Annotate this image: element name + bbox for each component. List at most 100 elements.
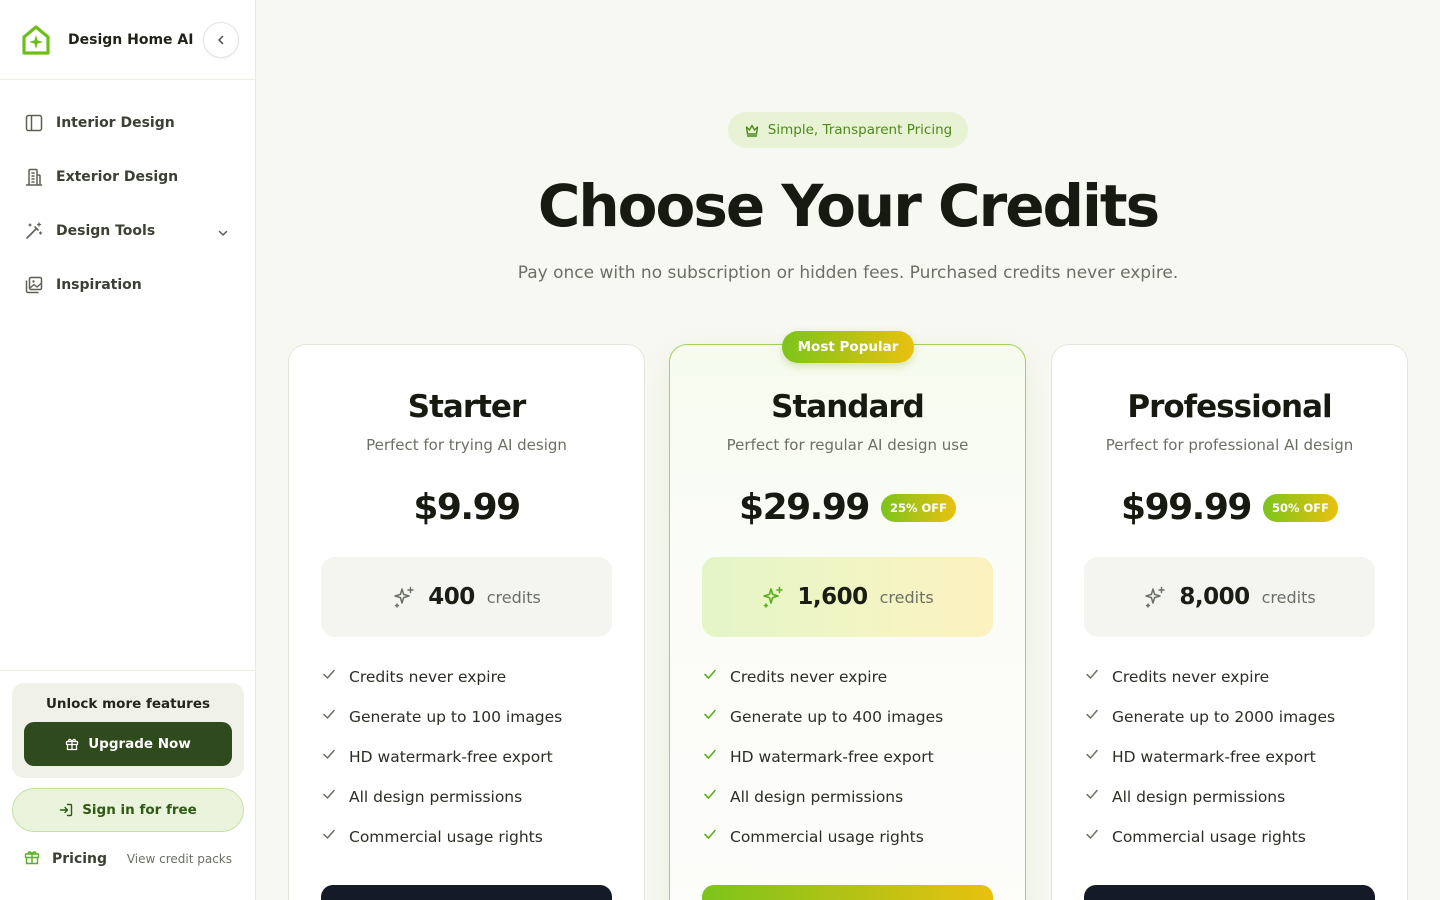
sidebar-nav: Interior Design Exterior Design Design T… bbox=[0, 80, 255, 312]
sidebar-item-design-tools[interactable]: Design Tools bbox=[0, 204, 255, 258]
feature-text: Generate up to 2000 images bbox=[1112, 708, 1336, 726]
price-row: $9.99 bbox=[289, 487, 644, 528]
sidebar-item-exterior-design[interactable]: Exterior Design bbox=[0, 150, 255, 204]
page-subtitle: Pay once with no subscription or hidden … bbox=[517, 263, 1179, 283]
credits-unit: credits bbox=[879, 587, 934, 607]
check-icon bbox=[1084, 666, 1100, 682]
sparkles-icon bbox=[763, 586, 784, 608]
feature-text: HD watermark-free export bbox=[1112, 748, 1316, 766]
check-icon bbox=[321, 746, 337, 762]
list-item: Generate up to 2000 images bbox=[1084, 697, 1335, 737]
pricing-main: Simple, Transparent Pricing Choose Your … bbox=[256, 0, 1440, 900]
feature-list: Credits never expire Generate up to 400 … bbox=[702, 657, 943, 857]
sparkles-icon bbox=[1145, 586, 1166, 608]
sidebar-item-inspiration[interactable]: Inspiration bbox=[0, 258, 255, 312]
feature-text: Commercial usage rights bbox=[1112, 828, 1306, 846]
plan-name: Starter bbox=[407, 389, 526, 425]
pricing-label: Pricing bbox=[52, 851, 108, 867]
plan-description: Perfect for trying AI design bbox=[366, 436, 567, 454]
house-logo-icon[interactable] bbox=[20, 24, 52, 56]
sidebar-item-label: Inspiration bbox=[56, 277, 142, 293]
check-icon bbox=[702, 666, 718, 682]
check-icon bbox=[702, 746, 718, 762]
sidebar-panel-icon bbox=[24, 113, 44, 133]
check-icon bbox=[702, 706, 718, 722]
plan-name: Standard bbox=[771, 389, 925, 425]
sidebar: Design Home AI Interior Design Exterior … bbox=[0, 0, 256, 900]
check-icon bbox=[1084, 746, 1100, 762]
list-item: Commercial usage rights bbox=[1084, 817, 1335, 857]
gift-icon bbox=[24, 849, 40, 869]
sign-in-icon bbox=[59, 803, 73, 817]
pricing-tagline: Simple, Transparent Pricing bbox=[767, 122, 953, 138]
magic-wand-icon bbox=[24, 221, 44, 241]
gift-icon bbox=[66, 738, 79, 751]
feature-list: Credits never expire Generate up to 2000… bbox=[1084, 657, 1335, 857]
building-icon bbox=[24, 167, 44, 187]
sign-in-button[interactable]: Sign in for free bbox=[12, 788, 244, 832]
list-item: Credits never expire bbox=[321, 657, 562, 697]
check-icon bbox=[321, 666, 337, 682]
plan-price: $29.99 bbox=[739, 487, 870, 528]
buy-standard-button[interactable] bbox=[702, 885, 993, 900]
plan-card-professional: Professional Perfect for professional AI… bbox=[1051, 344, 1408, 900]
crown-icon bbox=[745, 124, 758, 137]
list-item: All design permissions bbox=[321, 777, 562, 817]
feature-text: Credits never expire bbox=[730, 668, 888, 686]
check-icon bbox=[1084, 826, 1100, 842]
check-icon bbox=[321, 706, 337, 722]
feature-text: Credits never expire bbox=[349, 668, 507, 686]
discount-badge: 50% OFF bbox=[1262, 493, 1338, 522]
list-item: Credits never expire bbox=[702, 657, 943, 697]
plan-price: $9.99 bbox=[413, 487, 521, 528]
list-item: Generate up to 100 images bbox=[321, 697, 562, 737]
feature-text: HD watermark-free export bbox=[349, 748, 553, 766]
sidebar-item-pricing[interactable]: Pricing View credit packs bbox=[12, 832, 244, 886]
feature-text: Generate up to 100 images bbox=[349, 708, 563, 726]
credits-box: 1,600 credits bbox=[702, 557, 993, 637]
feature-text: Credits never expire bbox=[1112, 668, 1270, 686]
feature-text: Commercial usage rights bbox=[730, 828, 924, 846]
list-item: Credits never expire bbox=[1084, 657, 1335, 697]
plan-description: Perfect for professional AI design bbox=[1105, 436, 1354, 454]
sidebar-item-interior-design[interactable]: Interior Design bbox=[0, 96, 255, 150]
app-name: Design Home AI bbox=[68, 31, 194, 48]
check-icon bbox=[1084, 786, 1100, 802]
list-item: HD watermark-free export bbox=[321, 737, 562, 777]
sign-in-label: Sign in for free bbox=[82, 802, 197, 818]
check-icon bbox=[702, 786, 718, 802]
list-item: All design permissions bbox=[702, 777, 943, 817]
sidebar-item-label: Design Tools bbox=[56, 223, 156, 239]
buy-starter-button[interactable] bbox=[321, 885, 612, 900]
check-icon bbox=[321, 786, 337, 802]
upgrade-now-button[interactable]: Upgrade Now bbox=[24, 722, 232, 766]
discount-badge: 25% OFF bbox=[880, 493, 956, 522]
check-icon bbox=[702, 826, 718, 842]
buy-professional-button[interactable] bbox=[1084, 885, 1375, 900]
plan-price: $99.99 bbox=[1121, 487, 1252, 528]
price-row: $29.99 25% OFF bbox=[670, 487, 1025, 528]
credits-amount: 8,000 bbox=[1179, 584, 1250, 610]
list-item: Generate up to 400 images bbox=[702, 697, 943, 737]
feature-list: Credits never expire Generate up to 100 … bbox=[321, 657, 562, 857]
feature-text: Commercial usage rights bbox=[349, 828, 543, 846]
unlock-title: Unlock more features bbox=[45, 696, 211, 712]
brand-header: Design Home AI bbox=[0, 0, 255, 80]
plan-name: Professional bbox=[1127, 389, 1332, 425]
sidebar-item-label: Interior Design bbox=[56, 115, 175, 131]
credits-amount: 400 bbox=[428, 584, 475, 610]
credits-box: 400 credits bbox=[321, 557, 612, 637]
sidebar-footer: Unlock more features Upgrade Now Sign in… bbox=[0, 670, 256, 900]
chevron-down-icon bbox=[217, 224, 229, 243]
plan-description: Perfect for regular AI design use bbox=[726, 436, 969, 454]
chevron-left-icon bbox=[218, 35, 224, 45]
list-item: HD watermark-free export bbox=[1084, 737, 1335, 777]
list-item: Commercial usage rights bbox=[321, 817, 562, 857]
price-row: $99.99 50% OFF bbox=[1052, 487, 1407, 528]
pricing-subtitle: View credit packs bbox=[126, 852, 232, 866]
feature-text: All design permissions bbox=[349, 788, 523, 806]
most-popular-badge: Most Popular bbox=[782, 331, 914, 363]
credits-box: 8,000 credits bbox=[1084, 557, 1375, 637]
collapse-sidebar-button[interactable] bbox=[203, 22, 239, 58]
list-item: HD watermark-free export bbox=[702, 737, 943, 777]
